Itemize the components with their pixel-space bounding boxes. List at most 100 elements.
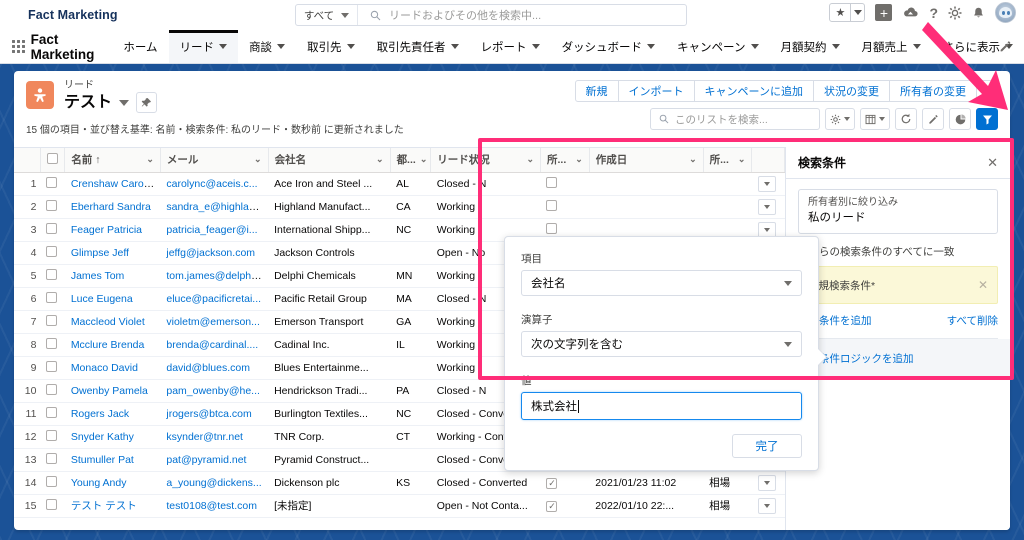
field-select[interactable]: 会社名 xyxy=(521,270,802,296)
lead-name-link[interactable]: Stumuller Pat xyxy=(71,454,134,466)
lead-email-link[interactable]: test0108@test.com xyxy=(166,500,257,512)
change-owner-button[interactable]: 所有者の変更 xyxy=(889,80,977,102)
chevron-down-icon[interactable]: ⌄ xyxy=(376,154,384,165)
lead-name-link[interactable]: Mcclure Brenda xyxy=(71,339,145,351)
column-header-select-all[interactable] xyxy=(40,148,66,173)
lead-email-link[interactable]: a_young@dickens... xyxy=(166,477,261,489)
global-search[interactable]: すべて リードおよびその他を検索中... xyxy=(295,4,687,26)
chevron-down-icon[interactable] xyxy=(831,44,840,49)
star-icon[interactable]: ★ xyxy=(830,4,850,21)
lead-email-link[interactable]: ksynder@tnr.net xyxy=(166,431,243,443)
column-header-company[interactable]: 会社名 ⌄ xyxy=(268,148,391,173)
lead-name-link[interactable]: Feager Patricia xyxy=(71,224,142,236)
row-select-cell[interactable] xyxy=(40,195,65,219)
chevron-down-icon[interactable]: ⌄ xyxy=(146,154,154,165)
lead-email-link[interactable]: jrogers@btca.com xyxy=(166,408,251,420)
lead-email-link[interactable]: tom.james@delphi... xyxy=(166,270,262,282)
lead-name-link[interactable]: Rogers Jack xyxy=(71,408,129,420)
new-button[interactable]: 新規 xyxy=(574,80,619,102)
list-settings-icon[interactable] xyxy=(825,108,855,130)
row-checkbox[interactable] xyxy=(46,498,58,510)
nav-item-monthly-sales[interactable]: 月額売上 xyxy=(851,30,932,63)
chevron-down-icon[interactable] xyxy=(450,44,459,49)
lead-email-link[interactable]: violetm@emerson... xyxy=(166,316,260,328)
help-icon[interactable]: ? xyxy=(929,5,938,21)
row-select-cell[interactable] xyxy=(40,471,65,495)
filter-icon[interactable] xyxy=(976,108,998,130)
flag-checkbox[interactable] xyxy=(546,176,558,188)
row-checkbox[interactable] xyxy=(46,199,58,211)
avatar[interactable] xyxy=(995,2,1016,23)
cell-flag[interactable] xyxy=(540,172,590,196)
search-scope-dropdown[interactable]: すべて xyxy=(296,5,358,25)
lead-name-link[interactable]: Eberhard Sandra xyxy=(71,201,151,213)
lead-email-link[interactable]: pam_owenby@he... xyxy=(166,385,260,397)
row-select-cell[interactable] xyxy=(40,494,65,518)
lead-email-link[interactable]: david@blues.com xyxy=(166,362,250,374)
table-row[interactable]: 14 Young Andy a_young@dickens... Dickenson … xyxy=(14,471,785,495)
chevron-down-icon[interactable] xyxy=(912,44,921,49)
chevron-down-icon[interactable]: ⌄ xyxy=(420,154,428,165)
flag-checkbox[interactable] xyxy=(546,222,558,234)
favorites-control[interactable]: ★ xyxy=(829,3,866,22)
list-search-input[interactable]: このリストを検索... xyxy=(650,108,820,130)
column-header-name[interactable]: 名前 ↑ ⌄ xyxy=(64,148,161,173)
lead-name-link[interactable]: Owenby Pamela xyxy=(71,385,148,397)
row-checkbox[interactable] xyxy=(46,245,58,257)
chevron-down-icon[interactable] xyxy=(346,44,355,49)
gear-icon[interactable] xyxy=(948,6,962,20)
row-checkbox[interactable] xyxy=(46,406,58,418)
column-header-created-date[interactable]: 作成日 ⌄ xyxy=(589,148,704,173)
row-select-cell[interactable] xyxy=(40,402,65,426)
chevron-down-icon[interactable] xyxy=(277,44,286,49)
lead-email-link[interactable]: patricia_feager@i... xyxy=(166,224,257,236)
cell-row-actions[interactable] xyxy=(751,195,785,219)
row-select-cell[interactable] xyxy=(40,241,65,265)
nav-item-monthly-contracts[interactable]: 月額契約 xyxy=(770,30,851,63)
chevron-down-icon[interactable] xyxy=(750,44,759,49)
lead-email-link[interactable]: brenda@cardinal.... xyxy=(166,339,258,351)
row-actions-menu-icon[interactable] xyxy=(757,474,776,491)
flag-checkbox[interactable] xyxy=(546,199,558,211)
flag-checkbox[interactable] xyxy=(546,500,558,512)
row-checkbox[interactable] xyxy=(46,383,58,395)
chevron-down-icon[interactable]: ⌄ xyxy=(689,154,697,165)
import-button[interactable]: インポート xyxy=(617,80,695,102)
chevron-down-icon[interactable]: ⌄ xyxy=(254,154,262,165)
nav-item-campaigns[interactable]: キャンペーン xyxy=(666,30,769,63)
chevron-down-icon[interactable] xyxy=(647,44,656,49)
close-icon[interactable]: ✕ xyxy=(987,155,998,171)
table-row[interactable]: 15 テスト テスト test0108@test.com [未指定] Open - No… xyxy=(14,494,785,518)
add-to-campaign-button[interactable]: キャンペーンに追加 xyxy=(693,80,814,102)
nav-item-home[interactable]: ホーム xyxy=(112,30,168,63)
value-input[interactable]: 株式会社 xyxy=(521,392,802,420)
nav-item-reports[interactable]: レポート xyxy=(470,30,551,63)
chevron-down-icon[interactable]: ⌄ xyxy=(526,154,534,165)
column-header-flag[interactable]: 所... ⌄ xyxy=(540,148,590,173)
cell-flag[interactable] xyxy=(540,494,590,518)
operator-select[interactable]: 次の文字列を含む xyxy=(521,331,802,357)
cell-row-actions[interactable] xyxy=(751,471,785,495)
row-checkbox[interactable] xyxy=(46,314,58,326)
row-checkbox[interactable] xyxy=(46,475,58,487)
lead-name-link[interactable]: Monaco David xyxy=(71,362,138,374)
chevron-down-icon[interactable]: ⌄ xyxy=(575,154,583,165)
plus-icon[interactable]: + xyxy=(875,4,893,21)
flag-checkbox[interactable] xyxy=(546,477,558,489)
select-all-checkbox[interactable] xyxy=(46,152,58,164)
row-checkbox[interactable] xyxy=(46,268,58,280)
lead-name-link[interactable]: Crenshaw Carolyn xyxy=(71,178,157,190)
close-icon[interactable]: ✕ xyxy=(978,278,988,292)
list-view-selector-icon[interactable] xyxy=(119,99,130,106)
lead-name-link[interactable]: Maccleod Violet xyxy=(71,316,145,328)
star-dropdown-icon[interactable] xyxy=(850,4,864,21)
row-actions-menu-icon[interactable] xyxy=(757,497,776,514)
row-select-cell[interactable] xyxy=(40,356,65,380)
lead-name-link[interactable]: Snyder Kathy xyxy=(71,431,134,443)
chevron-down-icon[interactable]: ⌄ xyxy=(738,154,746,165)
row-actions-menu-icon[interactable] xyxy=(757,198,776,215)
cell-flag[interactable] xyxy=(540,195,590,219)
row-select-cell[interactable] xyxy=(40,333,65,357)
nav-item-accounts[interactable]: 取引先 xyxy=(296,30,366,63)
edit-icon[interactable] xyxy=(922,108,944,130)
